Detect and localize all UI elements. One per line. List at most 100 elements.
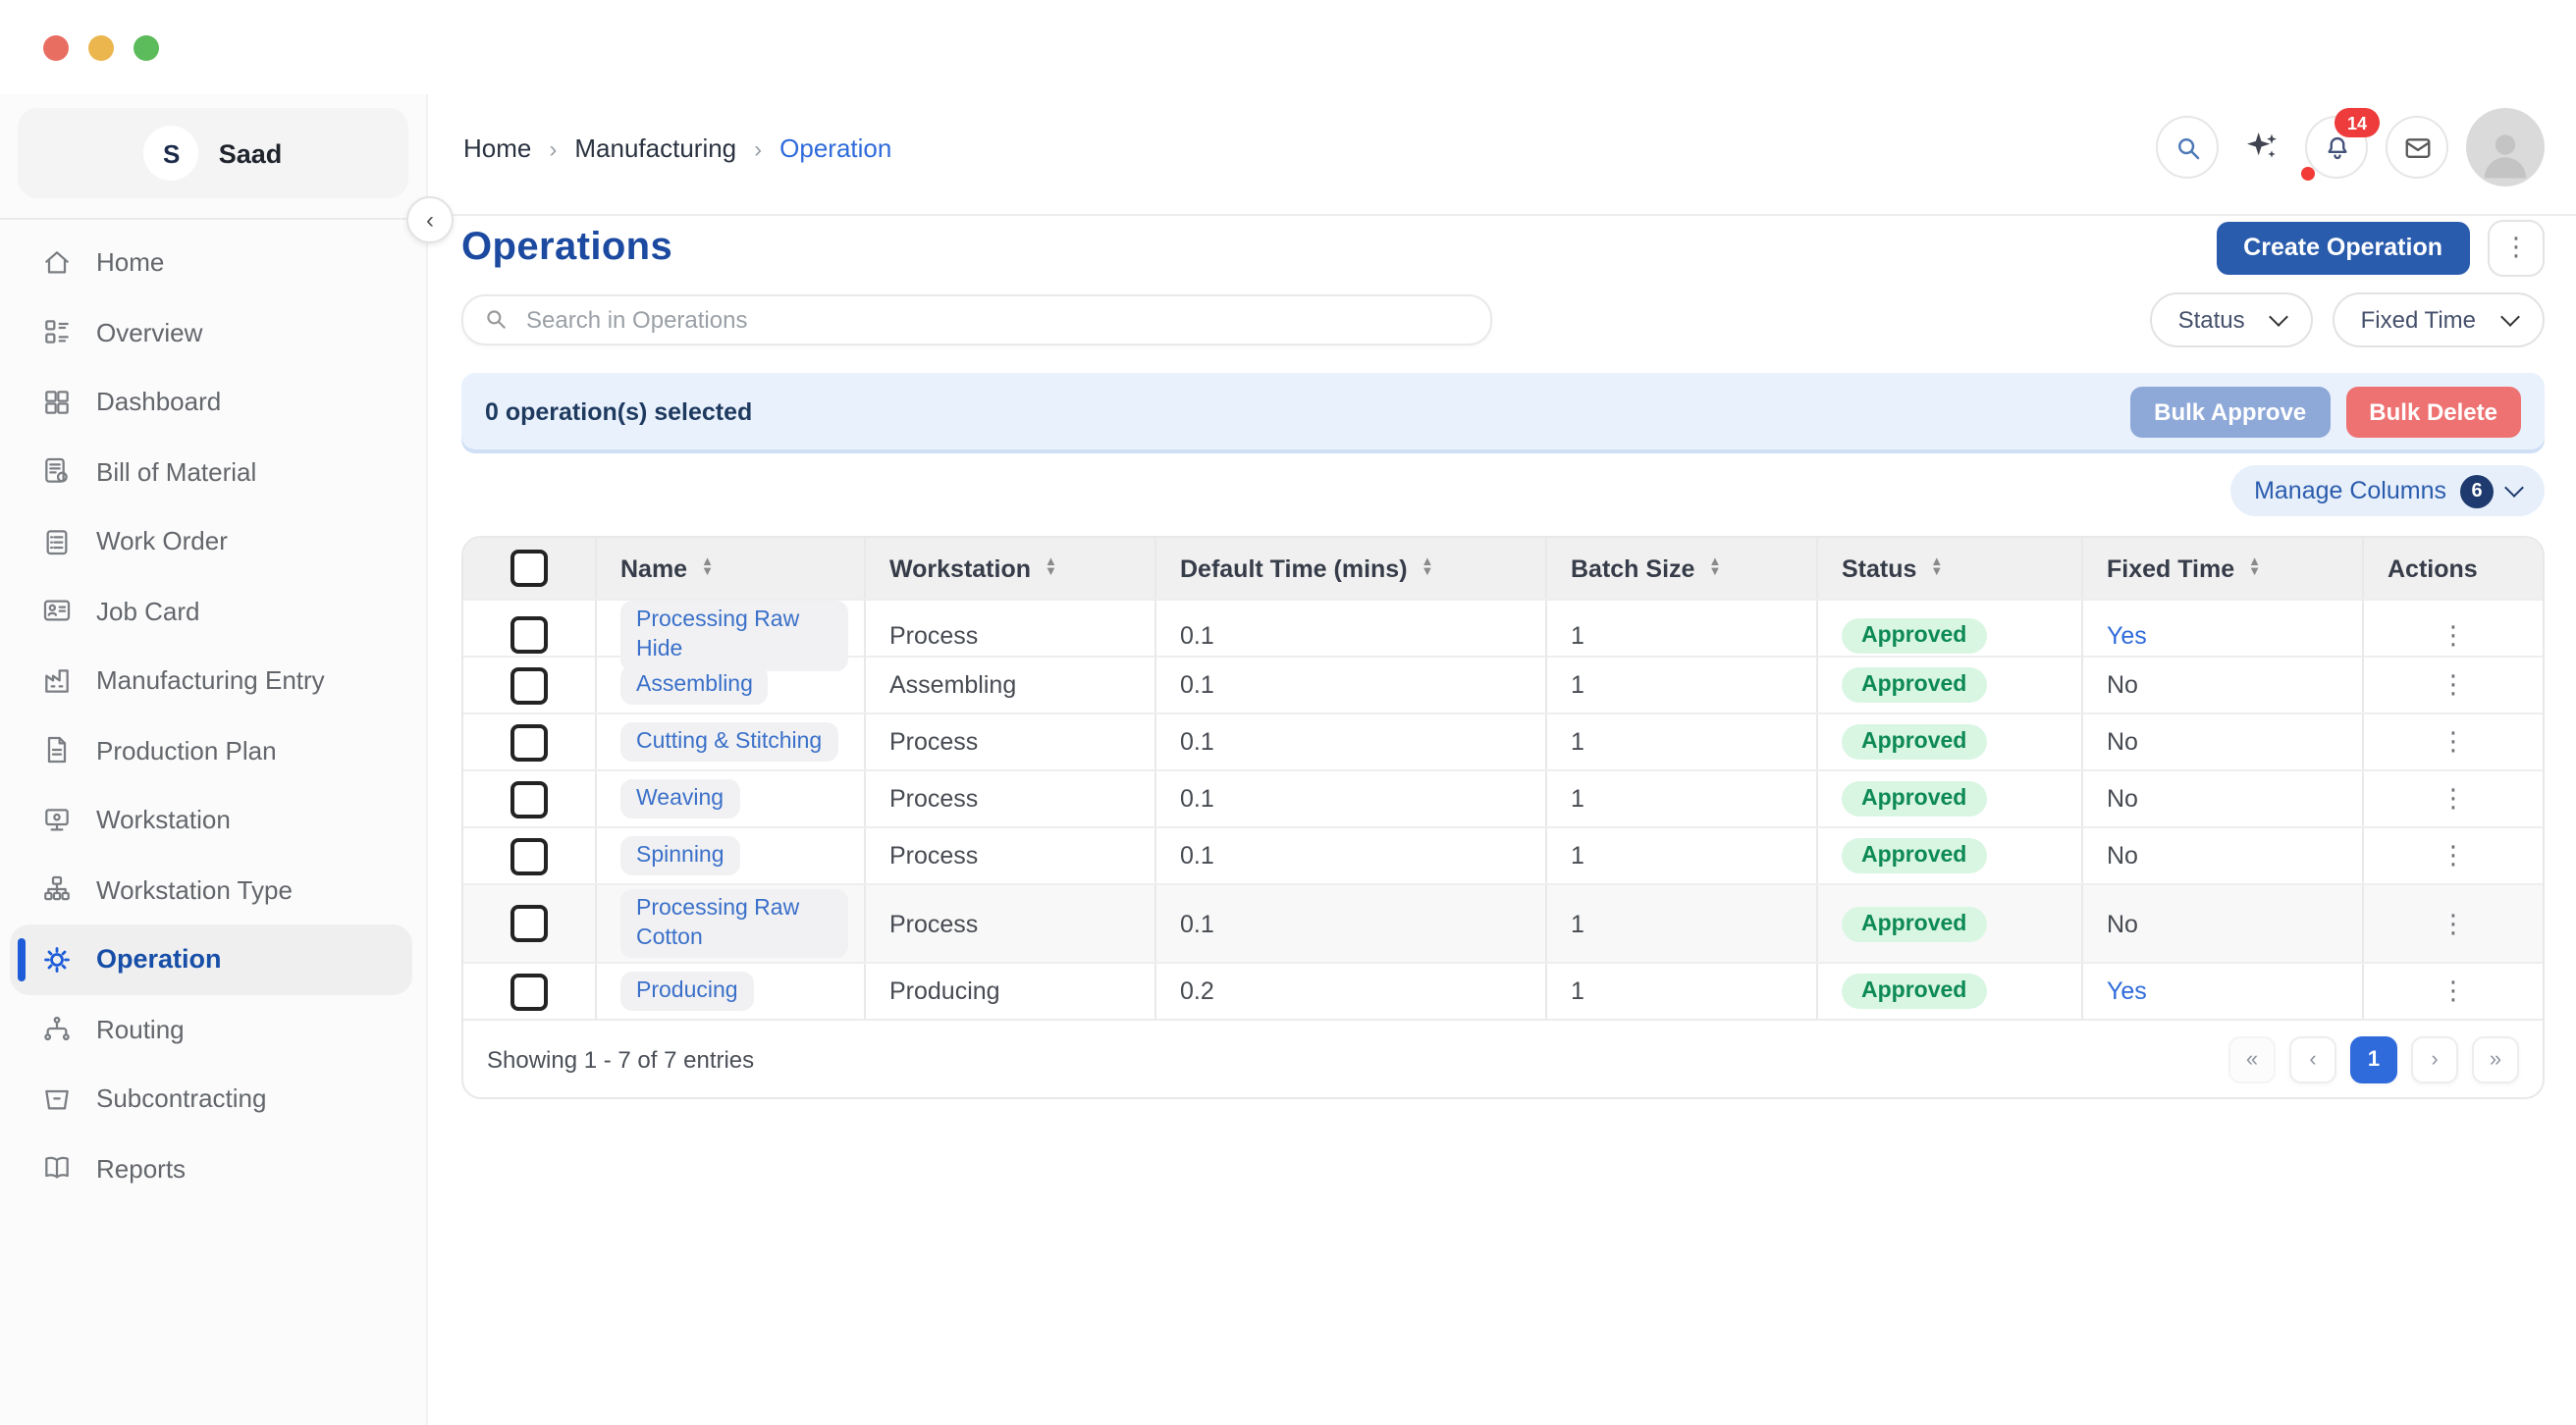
sidebar-item-label: Work Order — [96, 527, 228, 556]
header-actions: 14 — [2156, 108, 2545, 186]
default-time-value: 0.1 — [1156, 771, 1547, 826]
sidebar-item-job-card[interactable]: Job Card — [10, 576, 412, 646]
sort-icon[interactable] — [1045, 559, 1057, 577]
breadcrumb-manufacturing[interactable]: Manufacturing — [574, 133, 736, 163]
operation-name-link[interactable]: Processing Raw Cotton — [620, 888, 848, 959]
manage-columns-dropdown[interactable]: Manage Columns 6 — [2230, 465, 2545, 516]
ai-assistant-button[interactable] — [2236, 122, 2287, 173]
default-time-value: 0.1 — [1156, 714, 1547, 769]
status-badge: Approved — [1842, 724, 1986, 760]
sidebar-item-workstation-type[interactable]: Workstation Type — [10, 855, 412, 924]
window-maximize-button[interactable] — [134, 34, 159, 60]
sidebar-item-subcontracting[interactable]: Subcontracting — [10, 1064, 412, 1134]
fixed-time-value: No — [2107, 671, 2138, 699]
default-time-value: 0.1 — [1156, 658, 1547, 712]
sort-icon[interactable] — [1422, 559, 1434, 577]
status-badge: Approved — [1842, 838, 1986, 873]
page-1-button[interactable]: 1 — [2350, 1035, 2397, 1082]
sidebar-collapse-button[interactable] — [406, 196, 454, 243]
operation-name-link[interactable]: Weaving — [620, 778, 739, 819]
sidebar-item-manufacturing-entry[interactable]: Manufacturing Entry — [10, 646, 412, 715]
sidebar-item-work-order[interactable]: Work Order — [10, 506, 412, 576]
filters: Status Fixed Time — [2151, 292, 2545, 347]
messages-button[interactable] — [2386, 116, 2448, 179]
row-actions-button[interactable] — [2441, 976, 2466, 1007]
first-page-button[interactable]: « — [2228, 1035, 2276, 1082]
sidebar-item-routing[interactable]: Routing — [10, 994, 412, 1064]
next-page-button[interactable]: › — [2411, 1035, 2458, 1082]
batch-size-value: 1 — [1547, 714, 1818, 769]
row-checkbox[interactable] — [510, 723, 548, 761]
sort-icon[interactable] — [2248, 559, 2261, 577]
row-actions-button[interactable] — [2441, 669, 2466, 701]
row-checkbox[interactable] — [510, 905, 548, 942]
breadcrumb: Home › Manufacturing › Operation — [463, 133, 891, 163]
prev-page-button[interactable]: ‹ — [2289, 1035, 2336, 1082]
default-time-value: 0.1 — [1156, 885, 1547, 962]
sidebar-item-workstation[interactable]: Workstation — [10, 785, 412, 855]
row-actions-button[interactable] — [2441, 840, 2466, 871]
dashboard-icon — [39, 386, 73, 419]
window-close-button[interactable] — [43, 34, 69, 60]
row-checkbox[interactable] — [510, 837, 548, 874]
sort-icon[interactable] — [701, 559, 714, 577]
row-actions-button[interactable] — [2441, 908, 2466, 939]
row-checkbox[interactable] — [510, 617, 548, 655]
select-all-checkbox[interactable] — [510, 550, 548, 587]
pagination: « ‹ 1 › » — [2228, 1035, 2519, 1082]
entries-summary: Showing 1 - 7 of 7 entries — [487, 1045, 754, 1073]
notifications-button[interactable]: 14 — [2305, 116, 2368, 179]
row-checkbox[interactable] — [510, 780, 548, 818]
search-input[interactable] — [461, 294, 1492, 345]
create-operation-button[interactable]: Create Operation — [2216, 221, 2470, 274]
row-actions-button[interactable] — [2441, 783, 2466, 815]
row-checkbox[interactable] — [510, 973, 548, 1010]
page-menu-button[interactable] — [2488, 219, 2545, 276]
page-title: Operations — [461, 225, 672, 270]
user-card[interactable]: S Saad — [18, 108, 408, 198]
job-card-icon — [39, 595, 73, 628]
person-icon — [2472, 120, 2539, 186]
window-minimize-button[interactable] — [88, 34, 114, 60]
fixed-time-value: No — [2107, 910, 2138, 937]
operation-icon — [39, 943, 73, 976]
routing-icon — [39, 1013, 73, 1046]
reports-icon — [39, 1152, 73, 1186]
sidebar-item-dashboard[interactable]: Dashboard — [10, 367, 412, 437]
status-filter-dropdown[interactable]: Status — [2151, 292, 2314, 347]
content-header: Home › Manufacturing › Operation 14 — [428, 94, 2576, 216]
workstation-value: Process — [866, 828, 1156, 883]
row-checkbox[interactable] — [510, 666, 548, 704]
sort-icon[interactable] — [1708, 559, 1721, 577]
sidebar-item-label: Home — [96, 248, 164, 278]
default-time-value: 0.2 — [1156, 964, 1547, 1019]
status-filter-label: Status — [2178, 306, 2245, 334]
status-badge: Approved — [1842, 667, 1986, 703]
operation-name-link[interactable]: Producing — [620, 971, 754, 1012]
last-page-button[interactable]: » — [2472, 1035, 2519, 1082]
sidebar-item-production-plan[interactable]: Production Plan — [10, 715, 412, 785]
breadcrumb-home[interactable]: Home — [463, 133, 531, 163]
search-button[interactable] — [2156, 116, 2219, 179]
bulk-approve-button[interactable]: Bulk Approve — [2130, 386, 2330, 437]
sort-icon[interactable] — [1930, 559, 1943, 577]
row-actions-button[interactable] — [2441, 620, 2466, 652]
sidebar-item-home[interactable]: Home — [10, 228, 412, 297]
title-actions: Create Operation — [2216, 219, 2545, 276]
workstation-value: Process — [866, 714, 1156, 769]
operation-name-link[interactable]: Spinning — [620, 835, 740, 876]
sidebar-item-label: Operation — [96, 945, 222, 975]
operation-name-link[interactable]: Assembling — [620, 664, 769, 706]
column-header-fixed-time: Fixed Time — [2107, 554, 2234, 582]
profile-avatar[interactable] — [2466, 108, 2545, 186]
row-actions-button[interactable] — [2441, 726, 2466, 758]
operation-name-link[interactable]: Cutting & Stitching — [620, 721, 837, 763]
fixed-time-filter-dropdown[interactable]: Fixed Time — [2334, 292, 2545, 347]
sidebar-item-overview[interactable]: Overview — [10, 297, 412, 367]
sidebar-item-bill-of-material[interactable]: Bill of Material — [10, 437, 412, 506]
bulk-delete-button[interactable]: Bulk Delete — [2345, 386, 2521, 437]
search-icon — [483, 306, 509, 332]
sidebar-item-reports[interactable]: Reports — [10, 1134, 412, 1203]
search-icon — [2173, 132, 2202, 162]
sidebar-item-operation[interactable]: Operation — [10, 924, 412, 994]
